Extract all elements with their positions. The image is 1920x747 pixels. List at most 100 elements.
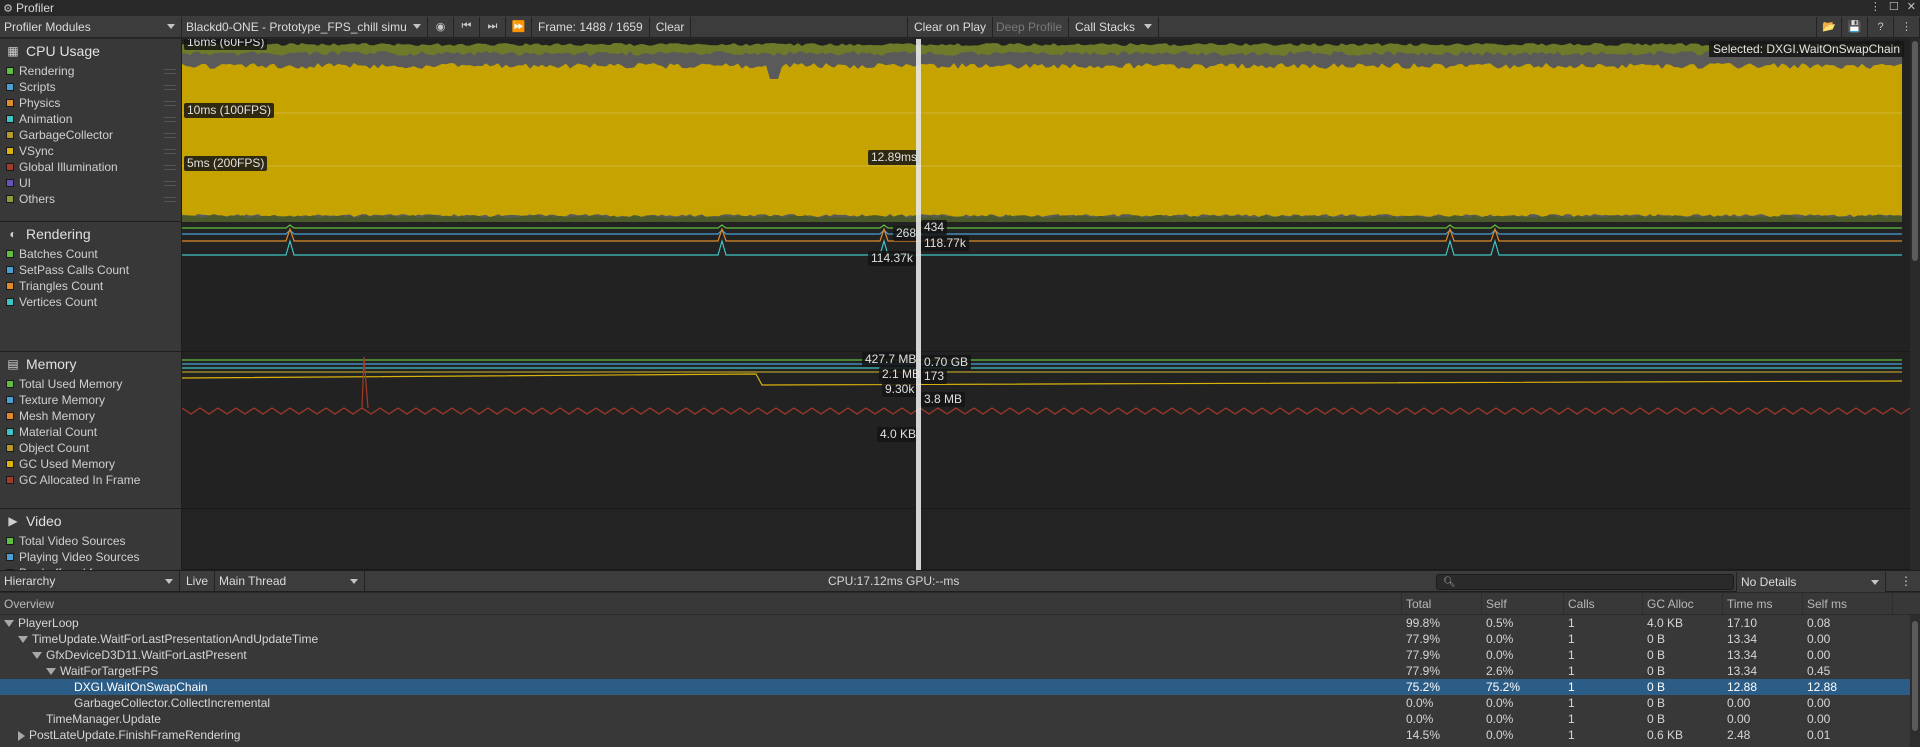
expand-down-icon[interactable] bbox=[4, 620, 14, 628]
maximize-icon[interactable]: ☐ bbox=[1889, 0, 1899, 13]
legend-swatch[interactable] bbox=[6, 131, 14, 139]
memory-module[interactable]: ▤ Memory Total Used Memory Texture Memory… bbox=[0, 352, 181, 509]
expand-down-icon[interactable] bbox=[46, 668, 56, 676]
current-frame-button[interactable]: ⏩ bbox=[506, 16, 532, 37]
legend-item[interactable]: GC Used Memory bbox=[0, 456, 181, 472]
legend-item[interactable]: VSync bbox=[0, 143, 181, 159]
reorder-grip-icon[interactable] bbox=[164, 117, 176, 122]
legend-item[interactable]: Global Illumination bbox=[0, 159, 181, 175]
clear-button[interactable]: Clear bbox=[650, 16, 692, 37]
rendering-module-header[interactable]: ◐ Rendering bbox=[0, 222, 181, 246]
legend-swatch[interactable] bbox=[6, 147, 14, 155]
hierarchy-table[interactable]: Overview Total Self Calls GC Alloc Time ms Sel… bbox=[0, 593, 1920, 747]
thread-dropdown[interactable]: Main Thread bbox=[215, 571, 366, 591]
legend-item[interactable]: Playing Video Sources bbox=[0, 549, 181, 565]
cpu-chart[interactable]: 16ms (60FPS) 10ms (100FPS) 5ms (200FPS) … bbox=[182, 39, 1920, 222]
expand-down-icon[interactable] bbox=[32, 652, 42, 660]
legend-item[interactable]: Animation bbox=[0, 111, 181, 127]
column-header[interactable]: Self bbox=[1482, 593, 1564, 615]
legend-item[interactable]: Total Used Memory bbox=[0, 376, 181, 392]
rendering-module[interactable]: ◐ Rendering Batches Count SetPass Calls C… bbox=[0, 222, 181, 352]
legend-item[interactable]: Vertices Count bbox=[0, 294, 181, 310]
table-row[interactable]: GfxDeviceD3D11.WaitForLastPresent 77.9% 0.… bbox=[0, 647, 1920, 663]
next-frame-button[interactable]: ⏭ bbox=[480, 16, 506, 37]
rendering-chart[interactable]: 434 268 118.77k 114.37k bbox=[182, 220, 1920, 352]
cpu-module-header[interactable]: ▦ CPU Usage bbox=[0, 39, 181, 63]
legend-item[interactable]: Rendering bbox=[0, 63, 181, 79]
legend-swatch[interactable] bbox=[6, 83, 14, 91]
legend-swatch[interactable] bbox=[6, 179, 14, 187]
clear-on-play-button[interactable]: Clear on Play bbox=[907, 16, 994, 37]
first-frame-button[interactable]: ⏮ bbox=[454, 16, 480, 37]
column-header[interactable]: Total bbox=[1402, 593, 1482, 615]
load-button[interactable]: 📂 bbox=[1816, 16, 1842, 37]
column-header[interactable]: Calls bbox=[1564, 593, 1643, 615]
reorder-grip-icon[interactable] bbox=[164, 101, 176, 106]
legend-swatch[interactable] bbox=[6, 476, 14, 484]
legend-swatch[interactable] bbox=[6, 67, 14, 75]
legend-swatch[interactable] bbox=[6, 444, 14, 452]
call-stacks-dropdown[interactable]: Call Stacks bbox=[1071, 16, 1159, 37]
legend-item[interactable]: Batches Count bbox=[0, 246, 181, 262]
table-row[interactable]: PostLateUpdate.FinishFrameRendering 14.5%… bbox=[0, 727, 1920, 743]
table-row[interactable]: TimeManager.Update 0.0% 0.0% 1 0 B 0.00 0.00 bbox=[0, 711, 1920, 727]
charts-scrollbar[interactable] bbox=[1910, 39, 1920, 570]
legend-swatch[interactable] bbox=[6, 412, 14, 420]
legend-swatch[interactable] bbox=[6, 163, 14, 171]
legend-item[interactable]: Material Count bbox=[0, 424, 181, 440]
search-input[interactable]: 🔍︎ bbox=[1436, 574, 1734, 590]
legend-swatch[interactable] bbox=[6, 250, 14, 258]
table-row[interactable]: TimeUpdate.WaitForLastPresentationAndUpd… bbox=[0, 631, 1920, 647]
legend-swatch[interactable] bbox=[6, 298, 14, 306]
legend-item[interactable]: Physics bbox=[0, 95, 181, 111]
view-dropdown[interactable]: Hierarchy bbox=[0, 571, 180, 591]
legend-item[interactable]: Others bbox=[0, 191, 181, 207]
video-chart[interactable] bbox=[182, 509, 1920, 570]
table-scrollbar-thumb[interactable] bbox=[1912, 621, 1918, 731]
expand-right-icon[interactable] bbox=[18, 730, 25, 741]
table-row[interactable]: WaitForTargetFPS 77.9% 2.6% 1 0 B 13.34 0.45 bbox=[0, 663, 1920, 679]
legend-swatch[interactable] bbox=[6, 537, 14, 545]
table-row[interactable]: DXGI.WaitOnSwapChain 75.2% 75.2% 1 0 B 12.88 1… bbox=[0, 679, 1920, 695]
legend-item[interactable]: Total Video Sources bbox=[0, 533, 181, 549]
legend-item[interactable]: UI bbox=[0, 175, 181, 191]
window-title[interactable]: Profiler bbox=[16, 1, 54, 15]
memory-module-header[interactable]: ▤ Memory bbox=[0, 352, 181, 376]
expand-down-icon[interactable] bbox=[18, 636, 28, 644]
legend-swatch[interactable] bbox=[6, 115, 14, 123]
reorder-grip-icon[interactable] bbox=[164, 133, 176, 138]
table-row[interactable]: GarbageCollector.CollectIncremental 0.0% 0… bbox=[0, 695, 1920, 711]
table-scrollbar[interactable] bbox=[1910, 615, 1920, 747]
charts-area[interactable]: 16ms (60FPS) 10ms (100FPS) 5ms (200FPS) … bbox=[182, 39, 1920, 570]
column-header[interactable]: Self ms bbox=[1803, 593, 1893, 615]
help-button[interactable]: ? bbox=[1868, 16, 1894, 37]
legend-swatch[interactable] bbox=[6, 266, 14, 274]
menu-kebab-icon[interactable]: ⋮ bbox=[1870, 0, 1881, 13]
save-button[interactable]: 💾 bbox=[1842, 16, 1868, 37]
profiler-modules-dropdown[interactable]: Profiler Modules bbox=[0, 16, 182, 37]
legend-item[interactable]: GC Allocated In Frame bbox=[0, 472, 181, 488]
details-dropdown[interactable]: No Details bbox=[1736, 572, 1886, 592]
legend-item[interactable]: Scripts bbox=[0, 79, 181, 95]
reorder-grip-icon[interactable] bbox=[164, 69, 176, 74]
deep-profile-button[interactable]: Deep Profile bbox=[990, 16, 1070, 37]
close-icon[interactable]: ✕ bbox=[1907, 0, 1916, 13]
reorder-grip-icon[interactable] bbox=[164, 165, 176, 170]
legend-item[interactable]: GarbageCollector bbox=[0, 127, 181, 143]
charts-scrollbar-thumb[interactable] bbox=[1912, 41, 1918, 261]
legend-swatch[interactable] bbox=[6, 195, 14, 203]
legend-swatch[interactable] bbox=[6, 553, 14, 561]
memory-chart[interactable]: 427.7 MB 0.70 GB 2.1 MB 173 9.30k 3.8 MB… bbox=[182, 352, 1920, 509]
column-header[interactable]: Overview bbox=[0, 593, 1402, 615]
legend-item[interactable]: Object Count bbox=[0, 440, 181, 456]
video-module-header[interactable]: ▶ Video bbox=[0, 509, 181, 533]
legend-swatch[interactable] bbox=[6, 99, 14, 107]
record-button[interactable]: ◉ bbox=[428, 16, 454, 37]
more-button[interactable]: ⋮ bbox=[1894, 16, 1920, 37]
legend-item[interactable]: Triangles Count bbox=[0, 278, 181, 294]
details-kebab-icon[interactable]: ⋮ bbox=[1900, 574, 1912, 588]
column-header[interactable]: Time ms bbox=[1723, 593, 1803, 615]
legend-item[interactable]: Mesh Memory bbox=[0, 408, 181, 424]
reorder-grip-icon[interactable] bbox=[164, 181, 176, 186]
frame-cursor[interactable] bbox=[916, 39, 921, 570]
